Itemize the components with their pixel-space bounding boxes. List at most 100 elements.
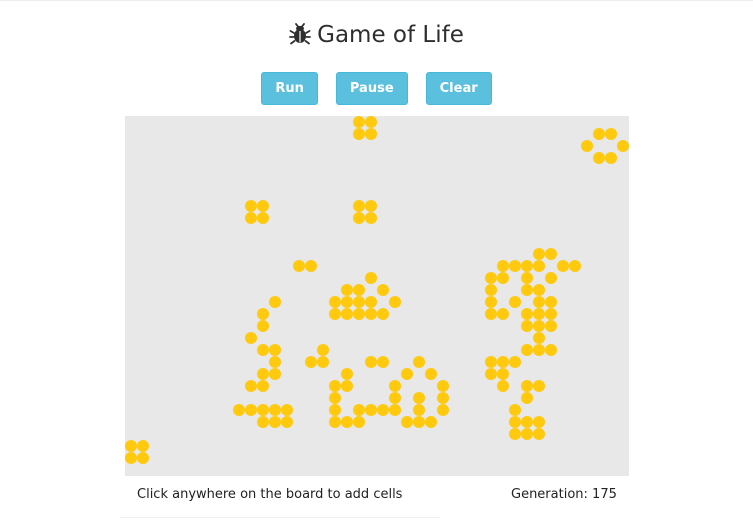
live-cell[interactable] (353, 404, 365, 416)
live-cell[interactable] (437, 392, 449, 404)
live-cell[interactable] (353, 308, 365, 320)
live-cell[interactable] (521, 428, 533, 440)
live-cell[interactable] (533, 320, 545, 332)
live-cell[interactable] (497, 356, 509, 368)
live-cell[interactable] (137, 452, 149, 464)
live-cell[interactable] (425, 368, 437, 380)
live-cell[interactable] (329, 296, 341, 308)
live-cell[interactable] (281, 416, 293, 428)
live-cell[interactable] (341, 284, 353, 296)
live-cell[interactable] (257, 308, 269, 320)
live-cell[interactable] (521, 272, 533, 284)
live-cell[interactable] (509, 260, 521, 272)
live-cell[interactable] (389, 404, 401, 416)
live-cell[interactable] (245, 200, 257, 212)
live-cell[interactable] (353, 416, 365, 428)
live-cell[interactable] (269, 344, 281, 356)
live-cell[interactable] (269, 356, 281, 368)
live-cell[interactable] (269, 368, 281, 380)
live-cell[interactable] (509, 404, 521, 416)
live-cell[interactable] (353, 284, 365, 296)
live-cell[interactable] (341, 416, 353, 428)
board-grid[interactable] (125, 116, 629, 476)
live-cell[interactable] (257, 200, 269, 212)
live-cell[interactable] (365, 356, 377, 368)
live-cell[interactable] (533, 332, 545, 344)
live-cell[interactable] (569, 260, 581, 272)
live-cell[interactable] (245, 380, 257, 392)
live-cell[interactable] (485, 356, 497, 368)
live-cell[interactable] (341, 368, 353, 380)
live-cell[interactable] (545, 344, 557, 356)
live-cell[interactable] (269, 296, 281, 308)
live-cell[interactable] (521, 284, 533, 296)
live-cell[interactable] (365, 116, 377, 128)
live-cell[interactable] (545, 320, 557, 332)
live-cell[interactable] (545, 308, 557, 320)
live-cell[interactable] (533, 260, 545, 272)
live-cell[interactable] (305, 356, 317, 368)
live-cell[interactable] (137, 440, 149, 452)
live-cell[interactable] (365, 128, 377, 140)
run-button[interactable]: Run (261, 72, 318, 105)
live-cell[interactable] (605, 152, 617, 164)
live-cell[interactable] (533, 428, 545, 440)
live-cell[interactable] (329, 380, 341, 392)
live-cell[interactable] (245, 212, 257, 224)
live-cell[interactable] (125, 440, 137, 452)
live-cell[interactable] (341, 308, 353, 320)
live-cell[interactable] (521, 416, 533, 428)
live-cell[interactable] (413, 416, 425, 428)
live-cell[interactable] (305, 260, 317, 272)
live-cell[interactable] (377, 404, 389, 416)
live-cell[interactable] (257, 368, 269, 380)
live-cell[interactable] (365, 272, 377, 284)
live-cell[interactable] (389, 392, 401, 404)
live-cell[interactable] (353, 212, 365, 224)
live-cell[interactable] (557, 260, 569, 272)
live-cell[interactable] (257, 320, 269, 332)
live-cell[interactable] (437, 380, 449, 392)
live-cell[interactable] (353, 116, 365, 128)
live-cell[interactable] (257, 380, 269, 392)
live-cell[interactable] (317, 356, 329, 368)
live-cell[interactable] (401, 368, 413, 380)
live-cell[interactable] (485, 368, 497, 380)
live-cell[interactable] (269, 404, 281, 416)
live-cell[interactable] (533, 296, 545, 308)
live-cell[interactable] (533, 344, 545, 356)
live-cell[interactable] (341, 296, 353, 308)
live-cell[interactable] (341, 380, 353, 392)
live-cell[interactable] (413, 392, 425, 404)
live-cell[interactable] (389, 296, 401, 308)
live-cell[interactable] (509, 416, 521, 428)
live-cell[interactable] (581, 140, 593, 152)
live-cell[interactable] (377, 356, 389, 368)
live-cell[interactable] (485, 296, 497, 308)
live-cell[interactable] (353, 296, 365, 308)
live-cell[interactable] (497, 260, 509, 272)
live-cell[interactable] (413, 356, 425, 368)
live-cell[interactable] (593, 152, 605, 164)
live-cell[interactable] (521, 260, 533, 272)
live-cell[interactable] (509, 296, 521, 308)
live-cell[interactable] (353, 128, 365, 140)
live-cell[interactable] (257, 404, 269, 416)
live-cell[interactable] (293, 260, 305, 272)
live-cell[interactable] (497, 272, 509, 284)
live-cell[interactable] (329, 404, 341, 416)
live-cell[interactable] (485, 308, 497, 320)
live-cell[interactable] (281, 404, 293, 416)
live-cell[interactable] (485, 284, 497, 296)
live-cell[interactable] (545, 248, 557, 260)
live-cell[interactable] (533, 284, 545, 296)
live-cell[interactable] (497, 368, 509, 380)
live-cell[interactable] (521, 344, 533, 356)
live-cell[interactable] (533, 380, 545, 392)
live-cell[interactable] (521, 308, 533, 320)
live-cell[interactable] (365, 308, 377, 320)
live-cell[interactable] (329, 416, 341, 428)
live-cell[interactable] (617, 140, 629, 152)
live-cell[interactable] (545, 272, 557, 284)
live-cell[interactable] (521, 320, 533, 332)
